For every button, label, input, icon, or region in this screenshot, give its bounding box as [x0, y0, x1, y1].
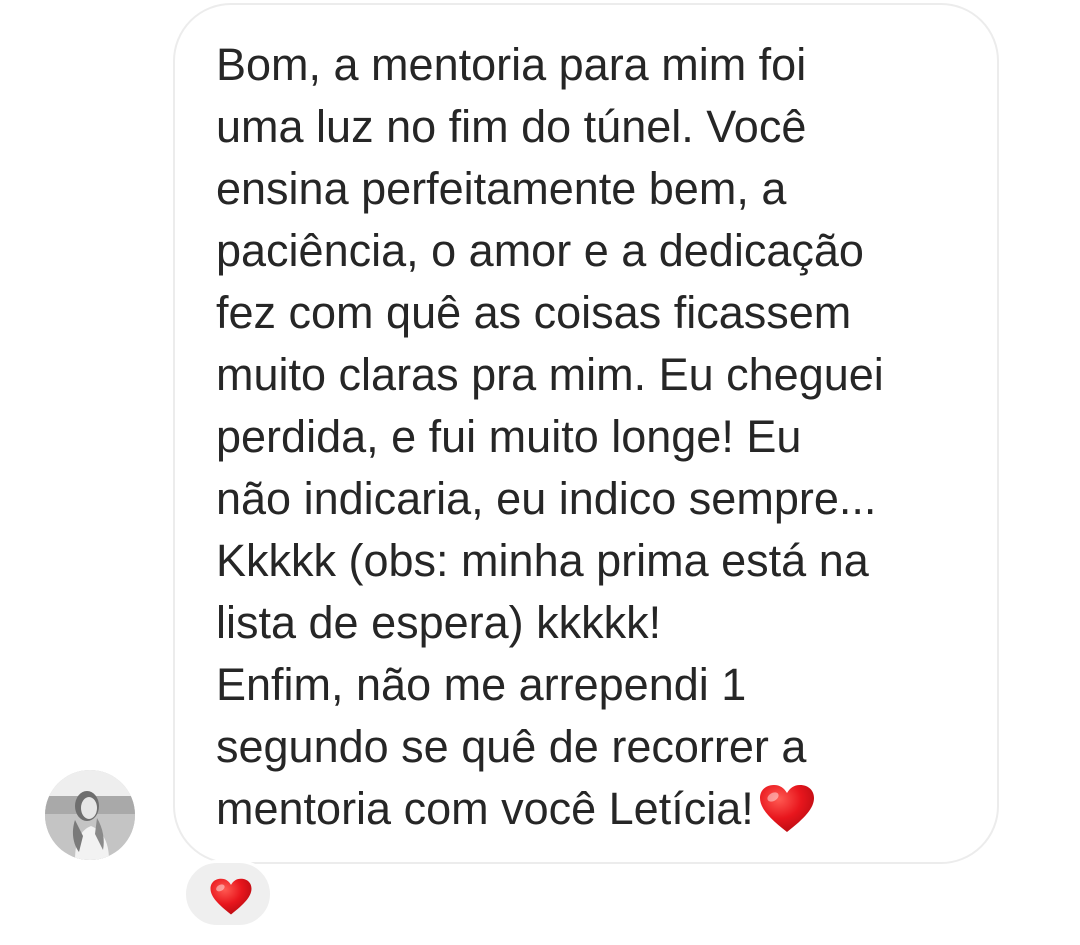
profile-photo: [45, 770, 135, 860]
message-line: Enfim, não me arrependi 1: [216, 659, 747, 710]
message-line: muito claras pra mim. Eu cheguei: [216, 349, 884, 400]
message-line: ensina perfeitamente bem, a: [216, 163, 787, 214]
reaction-badge[interactable]: [183, 860, 273, 928]
red-heart-icon: [209, 878, 253, 921]
message-line-text: mentoria com você Letícia!: [216, 783, 754, 834]
avatar[interactable]: [45, 770, 135, 860]
message-line: Bom, a mentoria para mim foi: [216, 39, 807, 90]
message-line: paciência, o amor e a dedicação: [216, 225, 864, 276]
message-line-last: mentoria com você Letícia!: [216, 778, 986, 840]
message-line: uma luz no fim do túnel. Você: [216, 101, 807, 152]
message-line: não indicaria, eu indico sempre...: [216, 473, 877, 524]
message-line: lista de espera) kkkkk!: [216, 597, 662, 648]
message-line: fez com quê as coisas ficassem: [216, 287, 852, 338]
message-line: perdida, e fui muito longe! Eu: [216, 411, 802, 462]
message-line: segundo se quê de recorrer a: [216, 721, 807, 772]
message-line: Kkkkk (obs: minha prima está na: [216, 535, 869, 586]
red-heart-icon: [758, 784, 816, 850]
message-text: Bom, a mentoria para mim foi uma luz no …: [216, 34, 986, 840]
